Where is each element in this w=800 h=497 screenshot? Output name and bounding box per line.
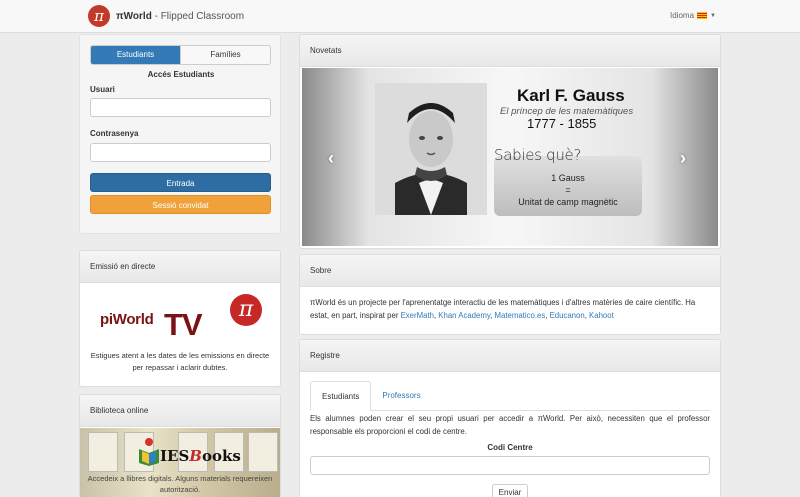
login-button[interactable]: Entrada [90,173,271,192]
link-khan-academy[interactable]: Khan Academy [438,311,490,320]
language-dropdown[interactable]: Idioma ▼ [670,11,716,20]
login-role-toggle: Estudiants Famílies [90,45,271,65]
link-matematico[interactable]: Matematico.es [495,311,546,320]
top-navbar: π πWorld - Flipped Classroom Idioma ▼ [0,0,800,33]
carousel-prev-icon[interactable]: ‹ [328,148,334,169]
catalan-flag-icon [697,12,708,19]
pi-logo-icon[interactable]: π [88,5,110,27]
login-title: Accés Estudiants [147,70,215,79]
fact-line-1: 1 Gauss [551,173,585,183]
live-stream-heading: Emissió en directe [80,251,280,283]
about-text: πWorld és un projecte per l'aprenentatge… [310,298,696,320]
gauss-portrait-image [375,83,487,215]
brand-tagline: Flipped Classroom [160,11,245,22]
register-description: Els alumnes poden crear el seu propi usu… [310,414,710,436]
library-heading: Biblioteca online [80,395,280,427]
login-panel: Estudiants Famílies Accés Estudiants Usu… [79,34,281,234]
brand-name: πWorld [116,11,152,22]
center-code-input[interactable] [310,456,710,475]
pi-tv-icon[interactable]: π [230,294,262,326]
username-label: Usuari [90,85,115,94]
tab-estudiants[interactable]: Estudiants [91,46,180,64]
register-heading: Registre [300,340,720,372]
tab-register-professors[interactable]: Professors [371,381,431,411]
book-cover-icon [88,432,118,472]
fact-line-3: Unitat de camp magnètic [518,197,618,207]
center-code-label: Codi Centre [487,443,533,452]
about-heading: Sobre [300,255,720,287]
register-tabs: Estudiants Professors [310,381,432,411]
fact-line-2: = [565,185,571,195]
piworld-tv-logo-text: piWorld [100,311,154,328]
book-cover-icon [248,432,278,472]
tv-logo-text: TV [164,307,203,342]
username-input[interactable] [90,98,271,117]
slide-prompt: Sabies què? [494,146,582,164]
password-input[interactable] [90,143,271,162]
caret-down-icon: ▼ [710,12,716,19]
slide-years: 1777 - 1855 [527,116,597,131]
language-label: Idioma [670,11,695,20]
news-heading: Novetats [300,35,720,67]
brand[interactable]: πWorld - Flipped Classroom [116,11,244,22]
slide-fact-box: 1 Gauss = Unitat de camp magnètic [494,156,642,216]
guest-session-button[interactable]: Sessió convidat [90,195,271,214]
iesbooks-book-icon [139,438,159,466]
iesbooks-logo-text: IESBooks [160,447,241,465]
tab-register-estudiants[interactable]: Estudiants [310,381,372,411]
live-stream-description: Estigues atent a les dates de les emissi… [90,351,270,372]
tab-families[interactable]: Famílies [180,46,270,64]
brand-separator: - [151,11,161,22]
link-exermath[interactable]: ExerMath [401,311,434,320]
carousel-next-icon[interactable]: › [680,148,686,169]
password-label: Contrasenya [90,129,139,138]
about-panel: Sobre πWorld és un projecte per l'aprene… [299,254,721,335]
send-button[interactable]: Enviar [492,484,528,497]
link-kahoot[interactable]: Kahoot [589,311,614,320]
slide-title: Karl F. Gauss [517,86,625,105]
link-educanon[interactable]: Educanon [550,311,585,320]
library-description: Accedeix a llibres digitals. Alguns mate… [87,474,273,494]
